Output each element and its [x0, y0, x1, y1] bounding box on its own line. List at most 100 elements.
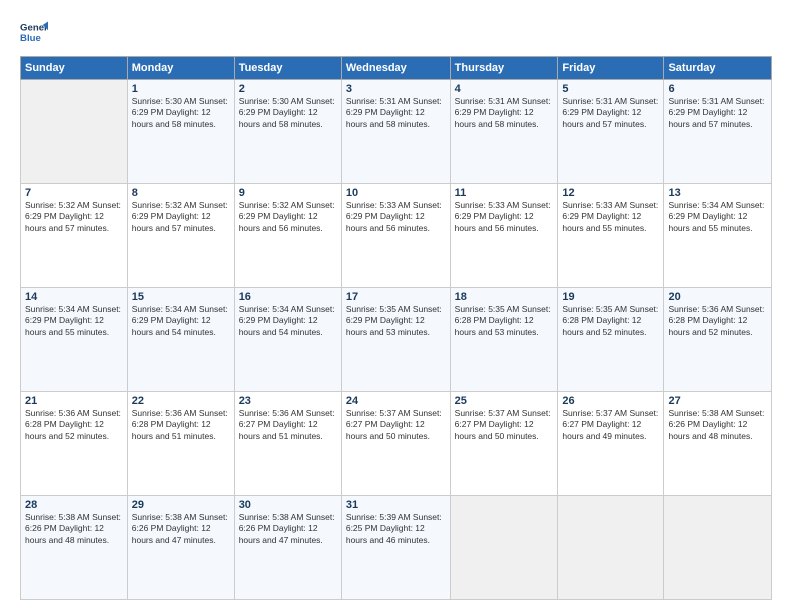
day-cell: 28Sunrise: 5:38 AM Sunset: 6:26 PM Dayli… — [21, 496, 128, 600]
svg-text:General: General — [20, 22, 48, 33]
day-info: Sunrise: 5:34 AM Sunset: 6:29 PM Dayligh… — [668, 200, 767, 234]
day-info: Sunrise: 5:37 AM Sunset: 6:27 PM Dayligh… — [455, 408, 554, 442]
day-number: 6 — [668, 83, 767, 95]
day-info: Sunrise: 5:32 AM Sunset: 6:29 PM Dayligh… — [239, 200, 337, 234]
day-info: Sunrise: 5:36 AM Sunset: 6:28 PM Dayligh… — [668, 304, 767, 338]
day-number: 28 — [25, 499, 123, 511]
logo-icon: General Blue — [20, 18, 48, 46]
day-info: Sunrise: 5:31 AM Sunset: 6:29 PM Dayligh… — [562, 96, 659, 130]
day-cell — [558, 496, 664, 600]
day-number: 25 — [455, 395, 554, 407]
day-number: 17 — [346, 291, 446, 303]
day-cell: 21Sunrise: 5:36 AM Sunset: 6:28 PM Dayli… — [21, 392, 128, 496]
calendar-table: SundayMondayTuesdayWednesdayThursdayFrid… — [20, 56, 772, 600]
day-info: Sunrise: 5:33 AM Sunset: 6:29 PM Dayligh… — [346, 200, 446, 234]
day-info: Sunrise: 5:30 AM Sunset: 6:29 PM Dayligh… — [239, 96, 337, 130]
day-cell: 22Sunrise: 5:36 AM Sunset: 6:28 PM Dayli… — [127, 392, 234, 496]
day-info: Sunrise: 5:35 AM Sunset: 6:28 PM Dayligh… — [562, 304, 659, 338]
day-header-saturday: Saturday — [664, 57, 772, 80]
day-cell: 20Sunrise: 5:36 AM Sunset: 6:28 PM Dayli… — [664, 288, 772, 392]
day-number: 18 — [455, 291, 554, 303]
day-info: Sunrise: 5:34 AM Sunset: 6:29 PM Dayligh… — [239, 304, 337, 338]
day-number: 30 — [239, 499, 337, 511]
day-number: 12 — [562, 187, 659, 199]
day-number: 15 — [132, 291, 230, 303]
day-number: 21 — [25, 395, 123, 407]
day-info: Sunrise: 5:31 AM Sunset: 6:29 PM Dayligh… — [346, 96, 446, 130]
day-info: Sunrise: 5:33 AM Sunset: 6:29 PM Dayligh… — [455, 200, 554, 234]
day-cell: 25Sunrise: 5:37 AM Sunset: 6:27 PM Dayli… — [450, 392, 558, 496]
day-cell — [664, 496, 772, 600]
day-info: Sunrise: 5:30 AM Sunset: 6:29 PM Dayligh… — [132, 96, 230, 130]
day-cell: 14Sunrise: 5:34 AM Sunset: 6:29 PM Dayli… — [21, 288, 128, 392]
week-row-5: 28Sunrise: 5:38 AM Sunset: 6:26 PM Dayli… — [21, 496, 772, 600]
day-cell: 1Sunrise: 5:30 AM Sunset: 6:29 PM Daylig… — [127, 80, 234, 184]
day-cell: 23Sunrise: 5:36 AM Sunset: 6:27 PM Dayli… — [234, 392, 341, 496]
day-number: 14 — [25, 291, 123, 303]
day-cell: 12Sunrise: 5:33 AM Sunset: 6:29 PM Dayli… — [558, 184, 664, 288]
day-info: Sunrise: 5:38 AM Sunset: 6:26 PM Dayligh… — [25, 512, 123, 546]
day-cell: 31Sunrise: 5:39 AM Sunset: 6:25 PM Dayli… — [341, 496, 450, 600]
day-info: Sunrise: 5:32 AM Sunset: 6:29 PM Dayligh… — [25, 200, 123, 234]
day-cell: 8Sunrise: 5:32 AM Sunset: 6:29 PM Daylig… — [127, 184, 234, 288]
day-number: 16 — [239, 291, 337, 303]
day-info: Sunrise: 5:35 AM Sunset: 6:29 PM Dayligh… — [346, 304, 446, 338]
day-number: 5 — [562, 83, 659, 95]
day-number: 23 — [239, 395, 337, 407]
day-info: Sunrise: 5:32 AM Sunset: 6:29 PM Dayligh… — [132, 200, 230, 234]
day-info: Sunrise: 5:38 AM Sunset: 6:26 PM Dayligh… — [239, 512, 337, 546]
day-cell: 11Sunrise: 5:33 AM Sunset: 6:29 PM Dayli… — [450, 184, 558, 288]
day-info: Sunrise: 5:31 AM Sunset: 6:29 PM Dayligh… — [668, 96, 767, 130]
day-cell: 2Sunrise: 5:30 AM Sunset: 6:29 PM Daylig… — [234, 80, 341, 184]
day-cell: 4Sunrise: 5:31 AM Sunset: 6:29 PM Daylig… — [450, 80, 558, 184]
day-info: Sunrise: 5:38 AM Sunset: 6:26 PM Dayligh… — [668, 408, 767, 442]
day-cell: 27Sunrise: 5:38 AM Sunset: 6:26 PM Dayli… — [664, 392, 772, 496]
day-number: 7 — [25, 187, 123, 199]
day-number: 26 — [562, 395, 659, 407]
day-cell: 6Sunrise: 5:31 AM Sunset: 6:29 PM Daylig… — [664, 80, 772, 184]
day-cell: 26Sunrise: 5:37 AM Sunset: 6:27 PM Dayli… — [558, 392, 664, 496]
day-number: 9 — [239, 187, 337, 199]
svg-text:Blue: Blue — [20, 33, 41, 44]
day-info: Sunrise: 5:36 AM Sunset: 6:28 PM Dayligh… — [25, 408, 123, 442]
day-cell: 19Sunrise: 5:35 AM Sunset: 6:28 PM Dayli… — [558, 288, 664, 392]
day-header-thursday: Thursday — [450, 57, 558, 80]
day-cell: 30Sunrise: 5:38 AM Sunset: 6:26 PM Dayli… — [234, 496, 341, 600]
day-info: Sunrise: 5:31 AM Sunset: 6:29 PM Dayligh… — [455, 96, 554, 130]
day-cell: 9Sunrise: 5:32 AM Sunset: 6:29 PM Daylig… — [234, 184, 341, 288]
day-number: 3 — [346, 83, 446, 95]
day-cell: 5Sunrise: 5:31 AM Sunset: 6:29 PM Daylig… — [558, 80, 664, 184]
day-info: Sunrise: 5:33 AM Sunset: 6:29 PM Dayligh… — [562, 200, 659, 234]
day-cell — [450, 496, 558, 600]
day-number: 10 — [346, 187, 446, 199]
day-number: 27 — [668, 395, 767, 407]
header: General Blue — [20, 18, 772, 46]
day-number: 19 — [562, 291, 659, 303]
day-number: 4 — [455, 83, 554, 95]
day-number: 31 — [346, 499, 446, 511]
day-cell: 13Sunrise: 5:34 AM Sunset: 6:29 PM Dayli… — [664, 184, 772, 288]
day-info: Sunrise: 5:34 AM Sunset: 6:29 PM Dayligh… — [132, 304, 230, 338]
day-cell: 15Sunrise: 5:34 AM Sunset: 6:29 PM Dayli… — [127, 288, 234, 392]
week-row-2: 7Sunrise: 5:32 AM Sunset: 6:29 PM Daylig… — [21, 184, 772, 288]
day-number: 20 — [668, 291, 767, 303]
page: General Blue SundayMondayTuesdayWednesda… — [0, 0, 792, 612]
day-number: 11 — [455, 187, 554, 199]
week-row-4: 21Sunrise: 5:36 AM Sunset: 6:28 PM Dayli… — [21, 392, 772, 496]
day-cell: 17Sunrise: 5:35 AM Sunset: 6:29 PM Dayli… — [341, 288, 450, 392]
day-number: 1 — [132, 83, 230, 95]
day-number: 8 — [132, 187, 230, 199]
day-number: 13 — [668, 187, 767, 199]
day-info: Sunrise: 5:37 AM Sunset: 6:27 PM Dayligh… — [562, 408, 659, 442]
day-info: Sunrise: 5:39 AM Sunset: 6:25 PM Dayligh… — [346, 512, 446, 546]
day-cell: 3Sunrise: 5:31 AM Sunset: 6:29 PM Daylig… — [341, 80, 450, 184]
day-cell: 7Sunrise: 5:32 AM Sunset: 6:29 PM Daylig… — [21, 184, 128, 288]
day-number: 24 — [346, 395, 446, 407]
day-info: Sunrise: 5:36 AM Sunset: 6:27 PM Dayligh… — [239, 408, 337, 442]
day-header-monday: Monday — [127, 57, 234, 80]
day-cell: 24Sunrise: 5:37 AM Sunset: 6:27 PM Dayli… — [341, 392, 450, 496]
day-number: 29 — [132, 499, 230, 511]
day-cell: 16Sunrise: 5:34 AM Sunset: 6:29 PM Dayli… — [234, 288, 341, 392]
day-header-tuesday: Tuesday — [234, 57, 341, 80]
day-number: 2 — [239, 83, 337, 95]
